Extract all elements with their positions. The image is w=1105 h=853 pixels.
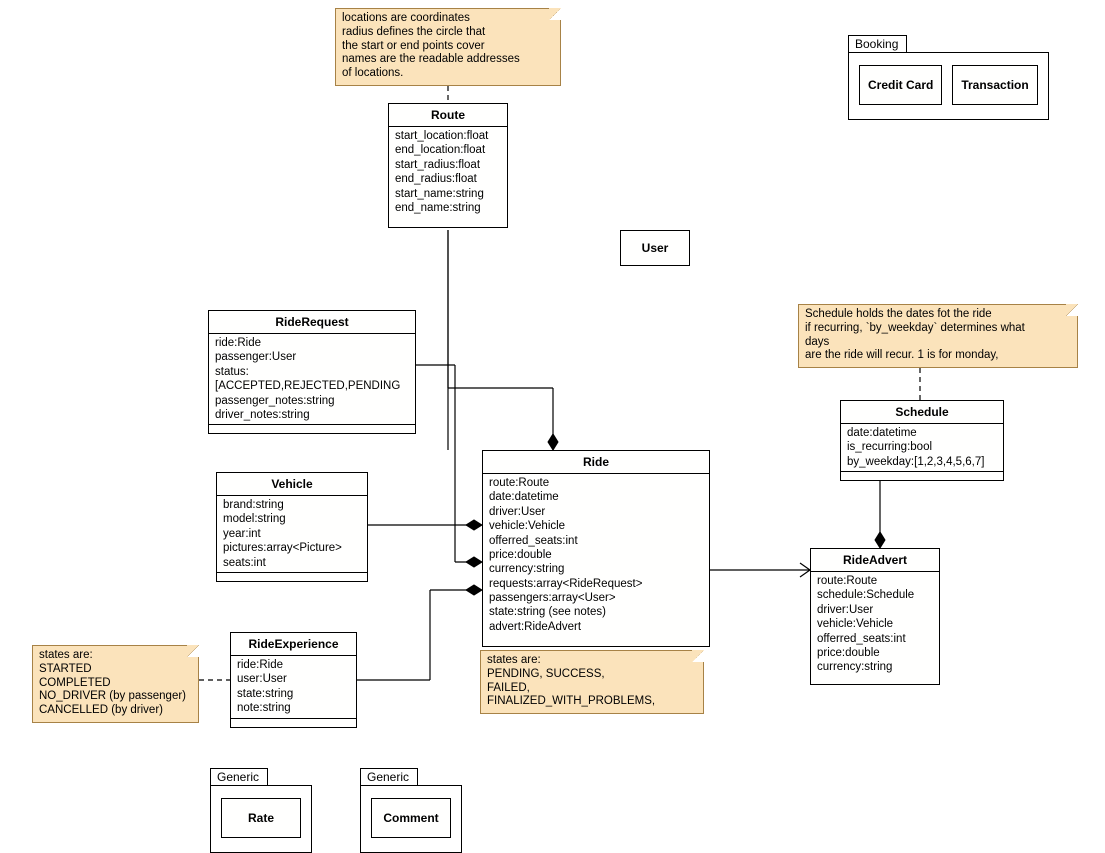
class-transaction: Transaction	[952, 65, 1037, 105]
attr: brand:string	[223, 498, 361, 512]
class-title: RideAdvert	[811, 549, 939, 572]
attr: seats:int	[223, 556, 361, 570]
attr: currency:string	[817, 660, 933, 674]
attr: ride:Ride	[237, 658, 350, 672]
class-body: ride:Ride passenger:User status:[ACCEPTE…	[209, 334, 415, 424]
class-foot	[841, 471, 1003, 480]
class-title: Ride	[483, 451, 709, 474]
attr: vehicle:Vehicle	[489, 519, 703, 533]
attr: route:Route	[817, 574, 933, 588]
attr: user:User	[237, 672, 350, 686]
class-vehicle: Vehicle brand:string model:string year:i…	[216, 472, 368, 582]
class-body: route:Route schedule:Schedule driver:Use…	[811, 572, 939, 684]
class-body: route:Route date:datetime driver:User ve…	[483, 474, 709, 646]
attr: offerred_seats:int	[489, 534, 703, 548]
class-title: RideExperience	[231, 633, 356, 656]
class-title: User	[621, 231, 689, 265]
package-body: Rate	[210, 785, 312, 853]
note-fold-icon	[1066, 304, 1078, 316]
attr: passenger_notes:string	[215, 394, 409, 408]
attr: end_location:float	[395, 143, 501, 157]
class-body: start_location:float end_location:float …	[389, 127, 507, 227]
class-title: Credit Card	[860, 66, 941, 104]
package-tab: Generic	[360, 768, 418, 785]
class-title: Route	[389, 104, 507, 127]
class-title: Vehicle	[217, 473, 367, 496]
note-schedule: Schedule holds the dates fot the ride if…	[798, 304, 1078, 368]
attr: end_radius:float	[395, 172, 501, 186]
attr: start_name:string	[395, 187, 501, 201]
attr: driver_notes:string	[215, 408, 409, 422]
attr: offerred_seats:int	[817, 632, 933, 646]
note-fold-icon	[692, 650, 704, 662]
attr: is_recurring:bool	[847, 440, 997, 454]
attr: price:double	[489, 548, 703, 562]
attr: status:[ACCEPTED,REJECTED,PENDING	[215, 365, 409, 394]
class-rideexperience: RideExperience ride:Ride user:User state…	[230, 632, 357, 728]
class-title: Comment	[372, 799, 450, 837]
attr: price:double	[817, 646, 933, 660]
class-ride: Ride route:Route date:datetime driver:Us…	[482, 450, 710, 647]
attr: end_name:string	[395, 201, 501, 215]
attr: model:string	[223, 512, 361, 526]
class-rate: Rate	[221, 798, 301, 838]
class-user: User	[620, 230, 690, 266]
attr: pictures:array<Picture>	[223, 541, 361, 555]
attr: state:string	[237, 687, 350, 701]
attr: start_radius:float	[395, 158, 501, 172]
note-text: Schedule holds the dates fot the ride if…	[805, 308, 1025, 361]
attr: passenger:User	[215, 350, 409, 364]
class-foot	[231, 718, 356, 727]
attr: ride:Ride	[215, 336, 409, 350]
attr: note:string	[237, 701, 350, 715]
class-riderequest: RideRequest ride:Ride passenger:User sta…	[208, 310, 416, 434]
class-title: Schedule	[841, 401, 1003, 424]
package-booking: Booking Credit Card Transaction	[848, 35, 1049, 120]
attr: year:int	[223, 527, 361, 541]
class-foot	[209, 424, 415, 433]
uml-diagram: locations are coordinates radius defines…	[0, 0, 1105, 845]
class-body: ride:Ride user:User state:string note:st…	[231, 656, 356, 718]
attr: date:datetime	[847, 426, 997, 440]
package-generic-rate: Generic Rate	[210, 768, 312, 853]
attr: route:Route	[489, 476, 703, 490]
class-schedule: Schedule date:datetime is_recurring:bool…	[840, 400, 1004, 481]
package-tab: Booking	[848, 35, 907, 52]
note-rideexperience: states are: STARTED COMPLETED NO_DRIVER …	[32, 645, 199, 723]
package-body: Comment	[360, 785, 462, 853]
attr: state:string (see notes)	[489, 605, 703, 619]
package-tab: Generic	[210, 768, 268, 785]
note-ride: states are: PENDING, SUCCESS, FAILED, FI…	[480, 650, 704, 714]
attr: advert:RideAdvert	[489, 620, 703, 634]
class-title: Transaction	[953, 66, 1036, 104]
package-generic-comment: Generic Comment	[360, 768, 462, 853]
class-route: Route start_location:float end_location:…	[388, 103, 508, 228]
attr: driver:User	[817, 603, 933, 617]
class-body: date:datetime is_recurring:bool by_weekd…	[841, 424, 1003, 471]
note-fold-icon	[187, 645, 199, 657]
attr: vehicle:Vehicle	[817, 617, 933, 631]
attr: requests:array<RideRequest>	[489, 577, 703, 591]
class-body: brand:string model:string year:int pictu…	[217, 496, 367, 572]
class-rideadvert: RideAdvert route:Route schedule:Schedule…	[810, 548, 940, 685]
attr: schedule:Schedule	[817, 588, 933, 602]
attr: currency:string	[489, 562, 703, 576]
note-text: states are: PENDING, SUCCESS, FAILED, FI…	[487, 654, 655, 707]
class-credit-card: Credit Card	[859, 65, 942, 105]
note-fold-icon	[549, 8, 561, 20]
class-foot	[217, 572, 367, 581]
note-text: locations are coordinates radius defines…	[342, 12, 520, 79]
class-title: Rate	[222, 799, 300, 837]
package-body: Credit Card Transaction	[848, 52, 1049, 120]
attr: driver:User	[489, 505, 703, 519]
note-text: states are: STARTED COMPLETED NO_DRIVER …	[39, 649, 186, 716]
attr: passengers:array<User>	[489, 591, 703, 605]
attr: date:datetime	[489, 490, 703, 504]
note-route: locations are coordinates radius defines…	[335, 8, 561, 86]
attr: start_location:float	[395, 129, 501, 143]
class-title: RideRequest	[209, 311, 415, 334]
class-comment: Comment	[371, 798, 451, 838]
attr: by_weekday:[1,2,3,4,5,6,7]	[847, 455, 997, 469]
